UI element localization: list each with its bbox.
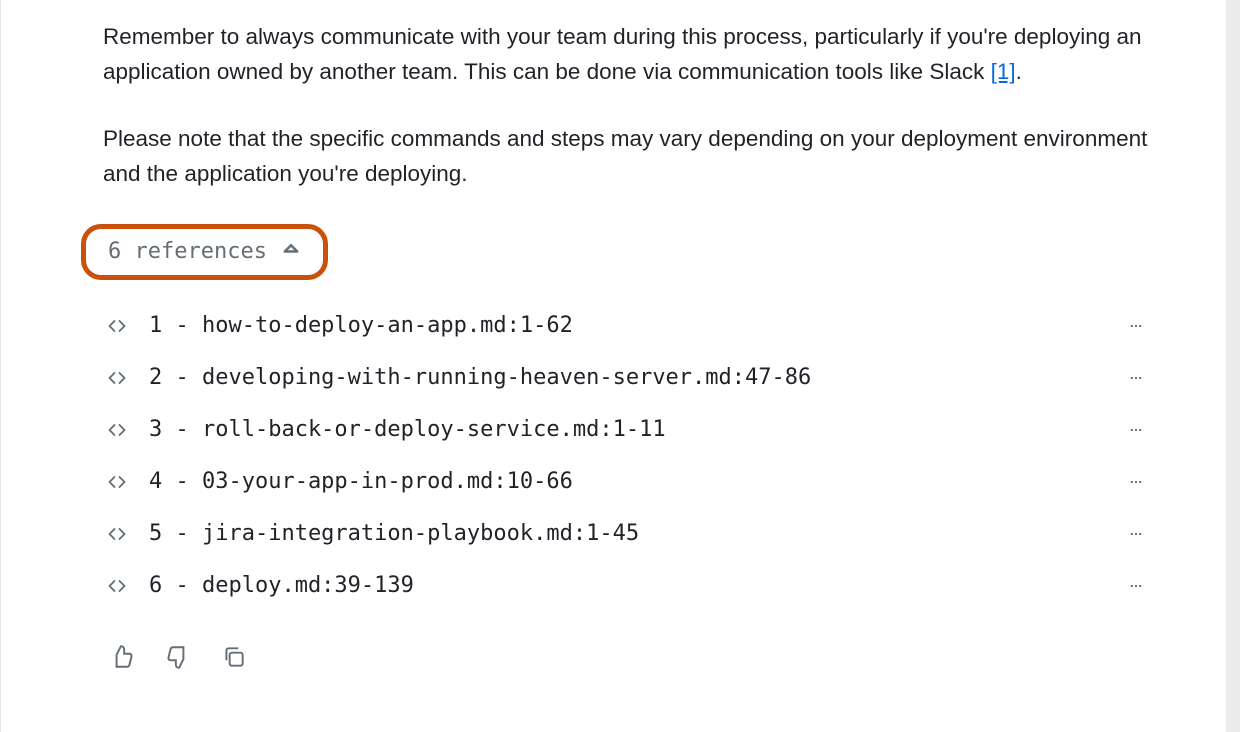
code-icon bbox=[103, 575, 131, 597]
thumbs-down-button[interactable] bbox=[161, 640, 195, 674]
ellipsis-icon bbox=[1123, 319, 1149, 333]
references-list: 1 - how-to-deploy-an-app.md:1-62 2 - deve… bbox=[103, 300, 1156, 612]
code-icon bbox=[103, 419, 131, 441]
code-icon bbox=[103, 523, 131, 545]
reference-item[interactable]: 2 - developing-with-running-heaven-serve… bbox=[103, 352, 1156, 404]
copy-icon bbox=[221, 644, 247, 670]
feedback-bar bbox=[103, 612, 1156, 674]
reference-more-button[interactable] bbox=[1116, 416, 1156, 444]
reference-label: 5 - jira-integration-playbook.md:1-45 bbox=[149, 521, 1116, 546]
reference-label: 2 - developing-with-running-heaven-serve… bbox=[149, 365, 1116, 390]
references-toggle-label: 6 references bbox=[108, 239, 267, 264]
references-section: 6 references 1 - how-to-deploy-an-app.md… bbox=[39, 224, 1226, 674]
reference-label: 6 - deploy.md:39-139 bbox=[149, 573, 1116, 598]
chat-response-panel: Remember to always communicate with your… bbox=[0, 0, 1240, 732]
code-icon bbox=[103, 315, 131, 337]
panel-inner: Remember to always communicate with your… bbox=[0, 0, 1226, 732]
reference-item[interactable]: 6 - deploy.md:39-139 bbox=[103, 560, 1156, 612]
reference-more-button[interactable] bbox=[1116, 364, 1156, 392]
reference-item[interactable]: 1 - how-to-deploy-an-app.md:1-62 bbox=[103, 300, 1156, 352]
reference-label: 3 - roll-back-or-deploy-service.md:1-11 bbox=[149, 417, 1116, 442]
response-text: Remember to always communicate with your… bbox=[39, 0, 1226, 192]
ellipsis-icon bbox=[1123, 423, 1149, 437]
thumbs-up-icon bbox=[109, 644, 135, 670]
reference-more-button[interactable] bbox=[1116, 572, 1156, 600]
copy-button[interactable] bbox=[217, 640, 251, 674]
paragraph-1: Remember to always communicate with your… bbox=[103, 20, 1156, 90]
thumbs-down-icon bbox=[165, 644, 191, 670]
citation-link-1[interactable]: [1] bbox=[991, 59, 1016, 84]
reference-more-button[interactable] bbox=[1116, 520, 1156, 548]
reference-label: 4 - 03-your-app-in-prod.md:10-66 bbox=[149, 469, 1116, 494]
references-toggle[interactable]: 6 references bbox=[81, 224, 328, 280]
reference-item[interactable]: 4 - 03-your-app-in-prod.md:10-66 bbox=[103, 456, 1156, 508]
thumbs-up-button[interactable] bbox=[105, 640, 139, 674]
ellipsis-icon bbox=[1123, 579, 1149, 593]
reference-label: 1 - how-to-deploy-an-app.md:1-62 bbox=[149, 313, 1116, 338]
chevron-up-icon bbox=[281, 239, 301, 265]
paragraph-1-text-a: Remember to always communicate with your… bbox=[103, 24, 1142, 84]
ellipsis-icon bbox=[1123, 527, 1149, 541]
reference-item[interactable]: 5 - jira-integration-playbook.md:1-45 bbox=[103, 508, 1156, 560]
code-icon bbox=[103, 471, 131, 493]
paragraph-2: Please note that the specific commands a… bbox=[103, 122, 1156, 192]
ellipsis-icon bbox=[1123, 371, 1149, 385]
reference-item[interactable]: 3 - roll-back-or-deploy-service.md:1-11 bbox=[103, 404, 1156, 456]
code-icon bbox=[103, 367, 131, 389]
reference-more-button[interactable] bbox=[1116, 312, 1156, 340]
ellipsis-icon bbox=[1123, 475, 1149, 489]
paragraph-1-text-b: . bbox=[1016, 59, 1022, 84]
reference-more-button[interactable] bbox=[1116, 468, 1156, 496]
